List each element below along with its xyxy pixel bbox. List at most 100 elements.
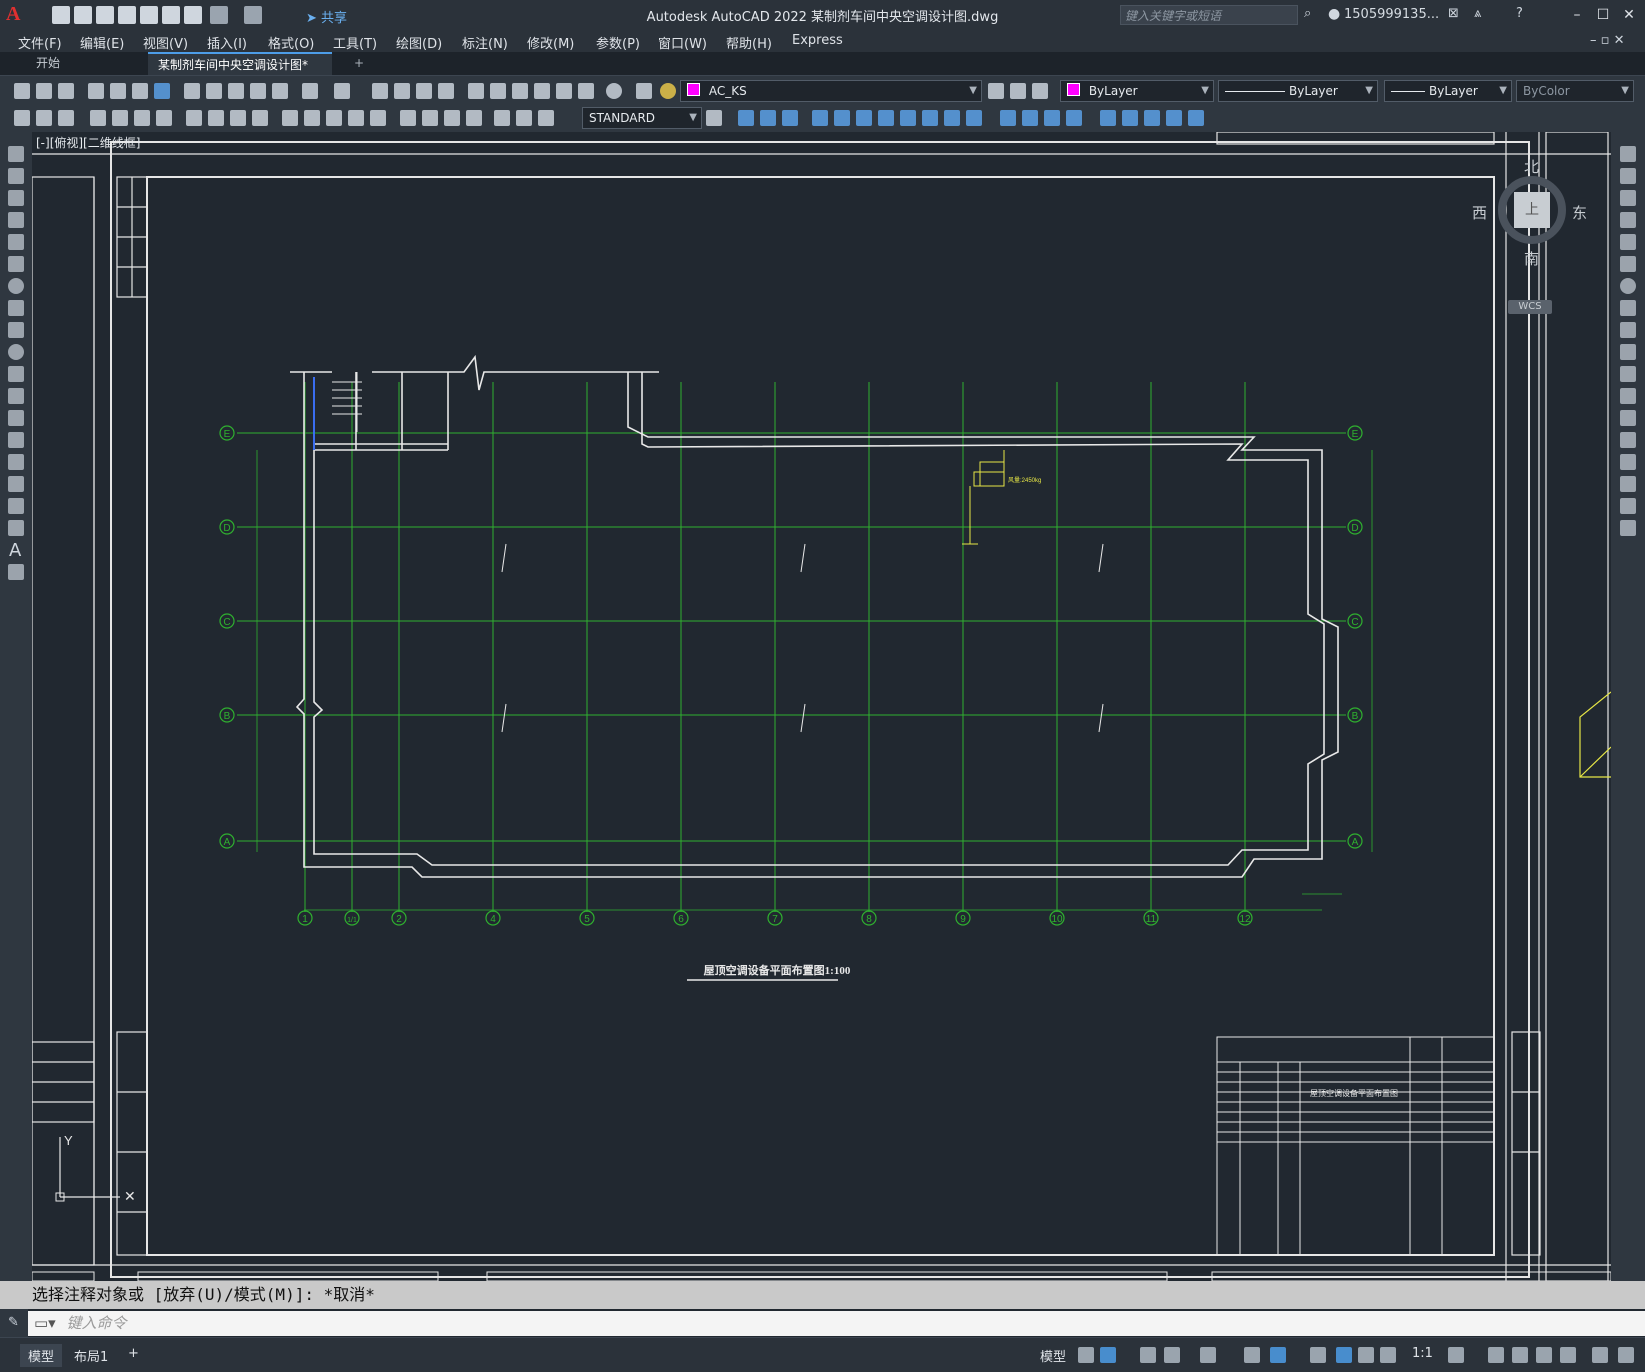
menu-format[interactable]: 格式(O) xyxy=(268,33,314,52)
tool-icon-3[interactable] xyxy=(58,110,74,126)
redo-icon[interactable] xyxy=(334,83,350,99)
inspection-icon[interactable] xyxy=(444,110,460,126)
menu-tools[interactable]: 工具(T) xyxy=(333,33,377,52)
plot-preview-icon[interactable] xyxy=(110,83,126,99)
offset-icon[interactable] xyxy=(1620,212,1636,228)
lineweight-dropdown[interactable]: ByLayer ▼ xyxy=(1384,80,1512,102)
new-file-icon[interactable] xyxy=(52,6,70,24)
dimension-text-edit-icon[interactable] xyxy=(516,110,532,126)
drawing-canvas[interactable]: 风量:2450kg E E D D C C B B A A 1 1/1 2 4 5 6 7 8 9 10 11 12 屋顶… xyxy=(32,132,1611,1281)
break-icon[interactable] xyxy=(1620,410,1636,426)
circle-icon[interactable] xyxy=(8,278,24,294)
tab-start[interactable]: 开始 xyxy=(26,52,70,75)
properties-icon[interactable] xyxy=(468,83,484,99)
menu-insert[interactable]: 插入(I) xyxy=(207,33,247,52)
rectangle-icon[interactable] xyxy=(8,234,24,250)
dimension-style-icon[interactable] xyxy=(706,110,722,126)
viewcube-top-face[interactable]: 上 xyxy=(1514,192,1550,228)
ortho-mode-icon[interactable] xyxy=(1140,1347,1156,1363)
dimension-update-icon[interactable] xyxy=(538,110,554,126)
auto-scale-icon[interactable] xyxy=(1358,1347,1374,1363)
design-center-icon[interactable] xyxy=(490,83,506,99)
join-icon[interactable] xyxy=(1620,432,1636,448)
scale-icon[interactable] xyxy=(1620,300,1636,316)
open-file-icon[interactable] xyxy=(74,6,92,24)
grid-display-icon[interactable] xyxy=(1078,1347,1094,1363)
extend-icon[interactable] xyxy=(1620,366,1636,382)
trim-icon[interactable] xyxy=(1620,344,1636,360)
match-properties-icon[interactable] xyxy=(250,83,266,99)
pan-icon[interactable] xyxy=(372,83,388,99)
dimension-break-icon[interactable] xyxy=(370,110,386,126)
ellipse-icon[interactable] xyxy=(8,344,24,360)
jogged-linear-icon[interactable] xyxy=(466,110,482,126)
add-layout-button[interactable]: + xyxy=(120,1344,147,1363)
viewcube[interactable]: 上 北 南 东 西 xyxy=(1472,150,1592,270)
menu-file[interactable]: 文件(F) xyxy=(18,33,62,52)
jogged-dimension-icon[interactable] xyxy=(208,110,224,126)
zoom-previous-icon[interactable] xyxy=(438,83,454,99)
break-icon[interactable] xyxy=(1000,110,1016,126)
search-icon[interactable]: ⌕ xyxy=(1304,6,1311,21)
polyline-icon[interactable] xyxy=(8,190,24,206)
quick-dimension-icon[interactable] xyxy=(282,110,298,126)
chamfer-icon[interactable] xyxy=(1044,110,1060,126)
gradient-icon[interactable] xyxy=(8,476,24,492)
publish-icon[interactable] xyxy=(132,83,148,99)
explode-icon[interactable] xyxy=(1620,520,1636,536)
customize-menu-icon[interactable] xyxy=(1618,1347,1634,1363)
mirror-icon[interactable] xyxy=(782,110,798,126)
menu-edit[interactable]: 编辑(E) xyxy=(80,33,124,52)
calculator-icon[interactable] xyxy=(578,83,594,99)
export-icon[interactable] xyxy=(162,6,180,24)
tool-icon-1[interactable] xyxy=(14,110,30,126)
rotate-icon[interactable] xyxy=(878,110,894,126)
polygon-icon[interactable] xyxy=(8,212,24,228)
move-icon[interactable] xyxy=(856,110,872,126)
sheet-set-icon[interactable] xyxy=(534,83,550,99)
copy-icon[interactable] xyxy=(1620,168,1636,184)
edit-array-icon[interactable] xyxy=(1188,110,1204,126)
make-current-layer-icon[interactable] xyxy=(988,83,1004,99)
publish-icon[interactable] xyxy=(140,6,158,24)
open-icon[interactable] xyxy=(36,83,52,99)
line-icon[interactable] xyxy=(8,146,24,162)
new-tab-button[interactable]: + xyxy=(344,52,374,75)
annotation-monitor-icon[interactable] xyxy=(1488,1347,1504,1363)
edit-spline-icon[interactable] xyxy=(1144,110,1160,126)
tool-icon-2[interactable] xyxy=(36,110,52,126)
scale-icon[interactable] xyxy=(900,110,916,126)
array-icon[interactable] xyxy=(834,110,850,126)
baseline-dimension-icon[interactable] xyxy=(304,110,320,126)
edit-polyline-icon[interactable] xyxy=(1122,110,1138,126)
viewcube-east[interactable]: 东 xyxy=(1572,202,1587,223)
erase-icon[interactable] xyxy=(1620,146,1636,162)
save-as-icon[interactable] xyxy=(118,6,136,24)
3d-dwf-icon[interactable] xyxy=(154,83,170,99)
menu-parametric[interactable]: 参数(P) xyxy=(596,33,640,52)
insert-block-icon[interactable] xyxy=(8,388,24,404)
block-editor-icon[interactable] xyxy=(272,83,288,99)
tab-model[interactable]: 模型 xyxy=(20,1344,63,1367)
isometric-drafting-icon[interactable] xyxy=(1200,1347,1216,1363)
object-snap-icon[interactable] xyxy=(1270,1347,1286,1363)
layer-dropdown[interactable]: AC_KS ▼ xyxy=(680,80,982,102)
user-account-label[interactable]: 1505999135... xyxy=(1344,7,1439,22)
center-mark-icon[interactable] xyxy=(422,110,438,126)
join-icon[interactable] xyxy=(1022,110,1038,126)
save-icon[interactable] xyxy=(96,6,114,24)
layer-on-icon[interactable] xyxy=(660,83,676,99)
spline-icon[interactable] xyxy=(8,322,24,338)
annotation-scale-icon[interactable] xyxy=(1380,1347,1396,1363)
units-icon[interactable] xyxy=(1512,1347,1528,1363)
make-block-icon[interactable] xyxy=(8,410,24,426)
add-selected-icon[interactable] xyxy=(8,564,24,580)
annotation-visibility-icon[interactable] xyxy=(1336,1347,1352,1363)
markup-icon[interactable] xyxy=(556,83,572,99)
dimension-space-icon[interactable] xyxy=(348,110,364,126)
menu-window[interactable]: 窗口(W) xyxy=(658,33,707,52)
linear-dimension-icon[interactable] xyxy=(90,110,106,126)
dimension-edit-icon[interactable] xyxy=(494,110,510,126)
autocad-logo-icon[interactable]: A xyxy=(6,3,20,26)
print-icon[interactable] xyxy=(184,6,202,24)
